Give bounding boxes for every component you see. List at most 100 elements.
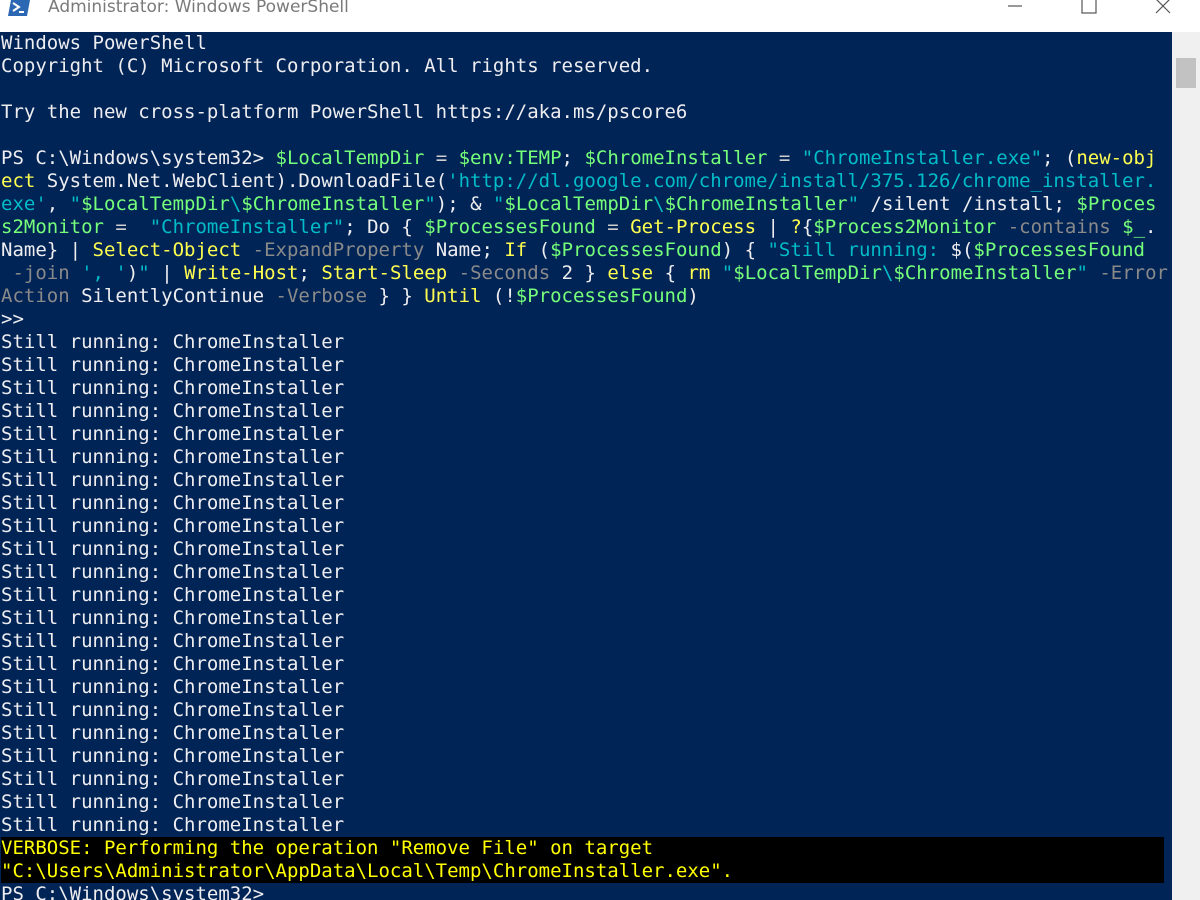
token: $Proces xyxy=(1076,193,1157,215)
command-line: exe', "$LocalTempDir\$ChromeInstaller");… xyxy=(1,193,1172,216)
token: = xyxy=(767,147,802,169)
token: ) xyxy=(687,285,699,307)
token: = xyxy=(424,147,459,169)
token: $LocalTempDir xyxy=(504,193,654,215)
token: | xyxy=(756,216,791,238)
token: " xyxy=(492,193,505,215)
token: \ xyxy=(229,193,242,215)
token: $LocalTempDir xyxy=(733,262,882,284)
token: 2 } xyxy=(550,262,608,284)
powershell-icon xyxy=(8,0,30,16)
output-line: Still running: ChromeInstaller xyxy=(1,354,345,376)
token: , xyxy=(46,193,70,215)
token: = xyxy=(103,216,139,238)
maximize-button[interactable] xyxy=(1061,0,1117,22)
token: " xyxy=(424,193,436,215)
token: $Process2Monitor xyxy=(813,216,997,238)
token: Name} | xyxy=(1,239,93,261)
token: Name; xyxy=(424,239,505,261)
minimize-icon xyxy=(1008,5,1022,7)
banner-line: Windows PowerShell xyxy=(1,32,207,54)
token: Action xyxy=(1,285,70,307)
token: ) { xyxy=(721,239,768,261)
token: $( xyxy=(950,239,974,261)
output-line: Still running: ChromeInstaller xyxy=(1,469,345,491)
scrollbar-thumb[interactable] xyxy=(1176,58,1196,88)
output-line: Still running: ChromeInstaller xyxy=(1,745,345,767)
token: = xyxy=(595,216,631,238)
token: " xyxy=(138,262,150,284)
minimize-button[interactable] xyxy=(987,0,1043,22)
output-line: Still running: ChromeInstaller xyxy=(1,400,345,422)
token: else xyxy=(607,262,654,284)
token: s2Monitor xyxy=(1,216,104,238)
window-title: Administrator: Windows PowerShell xyxy=(48,0,349,17)
console-text: Windows PowerShell Copyright (C) Microsof… xyxy=(0,32,1172,900)
output-line: Still running: ChromeInstaller xyxy=(1,676,345,698)
token: "Still running: xyxy=(767,239,951,261)
token: ); & xyxy=(435,193,493,215)
token: ; Do { xyxy=(344,216,425,238)
output-line: Still running: ChromeInstaller xyxy=(1,699,345,721)
token: $ProcessesFound xyxy=(973,239,1145,261)
output-line: Still running: ChromeInstaller xyxy=(1,814,345,836)
token: -Verbose xyxy=(275,285,368,307)
title-bar[interactable]: Administrator: Windows PowerShell xyxy=(0,0,1200,32)
token: ect xyxy=(1,170,36,192)
continuation-prompt: >> xyxy=(1,308,24,330)
token: $ChromeInstaller xyxy=(664,193,848,215)
command-line: ect System.Net.WebClient).DownloadFile('… xyxy=(1,170,1172,193)
verbose-line: "C:\Users\Administrator\AppData\Local\Te… xyxy=(1,860,1164,883)
token: rm xyxy=(687,262,711,284)
token: $ChromeInstaller xyxy=(893,262,1077,284)
token: . xyxy=(1145,216,1157,238)
token: | xyxy=(149,262,185,284)
token: 'http://dl.google.com/chrome/install/375… xyxy=(447,170,1157,192)
token: $ProcessesFound xyxy=(515,285,688,307)
token: $ProcessesFound xyxy=(424,216,596,238)
output-line: Still running: ChromeInstaller xyxy=(1,423,345,445)
output-line: Still running: ChromeInstaller xyxy=(1,630,345,652)
output-line: Still running: ChromeInstaller xyxy=(1,722,345,744)
token: Get-Process xyxy=(630,216,757,238)
token: " xyxy=(847,193,860,215)
token: exe' xyxy=(1,193,47,215)
console-output[interactable]: Windows PowerShell Copyright (C) Microsof… xyxy=(0,32,1172,900)
maximize-icon xyxy=(1081,0,1097,14)
banner-line: Copyright (C) Microsoft Corporation. All… xyxy=(1,55,654,77)
vertical-scrollbar[interactable] xyxy=(1172,32,1200,900)
token: { xyxy=(653,262,688,284)
command-line: -join ', ')" | Write-Host; Start-Sleep -… xyxy=(1,262,1172,285)
output-line: Still running: ChromeInstaller xyxy=(1,653,345,675)
output-line: Still running: ChromeInstaller xyxy=(1,584,345,606)
token: $LocalTempDir xyxy=(275,147,425,169)
token: Start-Sleep xyxy=(321,262,448,284)
token: " xyxy=(69,193,82,215)
token: System.Net.WebClient).DownloadFile( xyxy=(35,170,448,192)
output-line: Still running: ChromeInstaller xyxy=(1,331,345,353)
token: If xyxy=(504,239,528,261)
banner-line: Try the new cross-platform PowerShell ht… xyxy=(1,101,688,123)
token: { xyxy=(801,216,814,238)
token: $env:TEMP xyxy=(458,147,562,169)
token: /silent /install; xyxy=(859,193,1077,215)
token: $ChromeInstaller xyxy=(241,193,425,215)
close-icon xyxy=(1155,0,1171,14)
token: ? xyxy=(790,216,802,238)
token: Write-Host xyxy=(184,262,299,284)
token: $ChromeInstaller xyxy=(584,147,768,169)
token: "ChromeInstaller.exe" xyxy=(801,147,1043,169)
command-line: Action SilentlyContinue -Verbose } } Unt… xyxy=(1,285,1172,308)
output-line: Still running: ChromeInstaller xyxy=(1,492,345,514)
token: PS C:\Windows\system32> xyxy=(1,147,276,169)
token: Until xyxy=(424,285,482,307)
token: -Error xyxy=(1087,262,1168,284)
token: $LocalTempDir xyxy=(81,193,230,215)
token: } } xyxy=(367,285,425,307)
close-button[interactable] xyxy=(1135,0,1191,22)
command-line: s2Monitor = "ChromeInstaller"; Do { $Pro… xyxy=(1,216,1172,239)
token: \ xyxy=(881,262,894,284)
output-line: Still running: ChromeInstaller xyxy=(1,607,345,629)
output-line: Still running: ChromeInstaller xyxy=(1,377,345,399)
token: ; xyxy=(561,147,585,169)
